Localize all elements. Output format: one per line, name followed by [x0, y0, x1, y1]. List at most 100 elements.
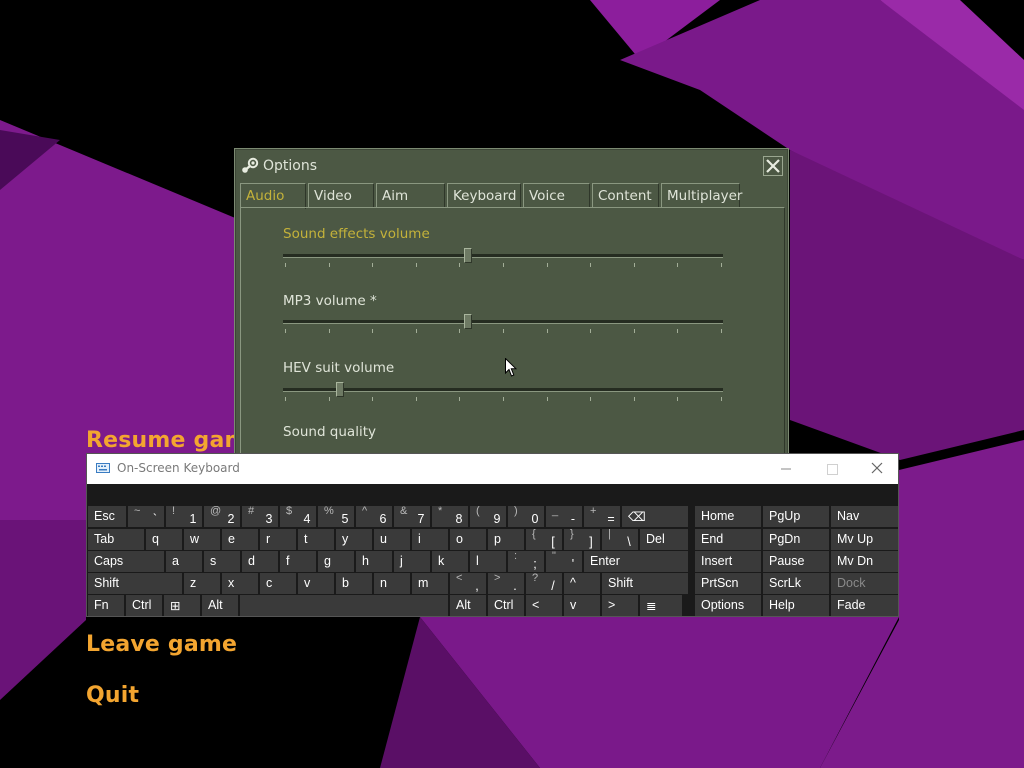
key-rbracket[interactable]: }]	[564, 528, 600, 550]
sound-effects-volume-thumb[interactable]	[464, 248, 472, 263]
key-a[interactable]: a	[166, 551, 202, 572]
key-quote[interactable]: " '	[546, 550, 582, 572]
key-ctrl[interactable]: Ctrl	[126, 595, 162, 616]
key-esc[interactable]: Esc	[88, 506, 126, 527]
key-e[interactable]: e	[222, 529, 258, 550]
key-s[interactable]: s	[204, 551, 240, 572]
tab-keyboard[interactable]: Keyboard	[447, 183, 521, 207]
key-6[interactable]: ^ 6	[356, 505, 392, 527]
key-up[interactable]: ^	[564, 573, 600, 594]
key-minus[interactable]: _ -	[546, 505, 582, 527]
mp3-volume-thumb[interactable]	[464, 314, 472, 329]
key-nav[interactable]: Nav	[831, 506, 898, 527]
key-n[interactable]: n	[374, 573, 410, 594]
key-y[interactable]: y	[336, 529, 372, 550]
key-j[interactable]: j	[394, 551, 430, 572]
key-0[interactable]: ) 0	[508, 505, 544, 527]
key-scrlk[interactable]: ScrLk	[763, 573, 829, 594]
key-r[interactable]: r	[260, 529, 296, 550]
key-l[interactable]: l	[470, 551, 506, 572]
key-b[interactable]: b	[336, 573, 372, 594]
key-x[interactable]: x	[222, 573, 258, 594]
key-z[interactable]: z	[184, 573, 220, 594]
key-caps[interactable]: Caps	[88, 551, 164, 572]
key-pause[interactable]: Pause	[763, 551, 829, 572]
key-3[interactable]: #3	[242, 505, 278, 527]
key-home[interactable]: Home	[695, 506, 761, 527]
key-backspace[interactable]: ⌫	[622, 506, 688, 527]
key-del[interactable]: Del	[640, 529, 688, 550]
key-5[interactable]: % 5	[318, 505, 354, 527]
key-w[interactable]: w	[184, 529, 220, 550]
tab-aim[interactable]: Aim	[376, 183, 445, 207]
osk-titlebar[interactable]: On-Screen Keyboard	[87, 454, 898, 484]
hev-suit-volume-thumb[interactable]	[336, 382, 344, 397]
key-4[interactable]: $4	[280, 505, 316, 527]
key-alt[interactable]: Alt	[450, 595, 486, 616]
key-8[interactable]: * 8	[432, 505, 468, 527]
key-h[interactable]: h	[356, 551, 392, 572]
key-equals[interactable]: + =	[584, 505, 620, 527]
key-d[interactable]: d	[242, 551, 278, 572]
key-pgdn[interactable]: PgDn	[763, 529, 829, 550]
key-fade[interactable]: Fade	[831, 595, 898, 616]
key-1[interactable]: ! 1	[166, 505, 202, 527]
tab-content[interactable]: Content	[592, 183, 659, 207]
key-g[interactable]: g	[318, 551, 354, 572]
key-enter[interactable]: Enter	[584, 551, 688, 572]
key-mv-up[interactable]: Mv Up	[831, 529, 898, 550]
key-space[interactable]	[240, 595, 448, 616]
key-f[interactable]: f	[280, 551, 316, 572]
key-tab[interactable]: Tab	[88, 529, 144, 550]
key-7[interactable]: & 7	[394, 505, 430, 527]
key-end[interactable]: End	[695, 529, 761, 550]
key-prtscn[interactable]: PrtScn	[695, 573, 761, 594]
options-titlebar[interactable]: Options	[235, 149, 788, 183]
key-p[interactable]: p	[488, 529, 524, 550]
key-c[interactable]: c	[260, 573, 296, 594]
key-comma[interactable]: <,	[450, 572, 486, 594]
key-q[interactable]: q	[146, 529, 182, 550]
key-i[interactable]: i	[412, 529, 448, 550]
key-pgup[interactable]: PgUp	[763, 506, 829, 527]
key-m[interactable]: m	[412, 573, 448, 594]
key-lbracket[interactable]: {[	[526, 528, 562, 550]
key-down[interactable]: v	[298, 573, 334, 594]
key-insert[interactable]: Insert	[695, 551, 761, 572]
mp3-volume-slider[interactable]	[283, 314, 723, 333]
tab-voice[interactable]: Voice	[523, 183, 590, 207]
key-options[interactable]: Options	[695, 595, 761, 616]
key-left[interactable]: <	[526, 595, 562, 616]
key-backslash[interactable]: | \	[602, 528, 638, 550]
key-slash[interactable]: ? /	[526, 572, 562, 594]
key-shift-right[interactable]: Shift	[602, 573, 688, 594]
key-mv-dn[interactable]: Mv Dn	[831, 551, 898, 572]
hev-suit-volume-slider[interactable]	[283, 382, 723, 401]
key-o[interactable]: o	[450, 529, 486, 550]
key-semicolon[interactable]: :;	[508, 550, 544, 572]
key-backtick[interactable]: ~ `	[128, 505, 164, 527]
key-k[interactable]: k	[432, 551, 468, 572]
key-u[interactable]: u	[374, 529, 410, 550]
key-9[interactable]: (9	[470, 505, 506, 527]
tab-multiplayer[interactable]: Multiplayer	[661, 183, 742, 207]
key-fn[interactable]: Fn	[88, 595, 124, 616]
tab-audio[interactable]: Audio	[240, 183, 306, 209]
key-alt[interactable]: Alt	[202, 595, 238, 616]
key-shift[interactable]: Shift	[88, 573, 182, 594]
key-menu[interactable]: ≣	[640, 595, 682, 616]
key-period[interactable]: >.	[488, 572, 524, 594]
key-t[interactable]: t	[298, 529, 334, 550]
key-down[interactable]: v	[564, 595, 600, 616]
options-close-button[interactable]	[763, 156, 783, 176]
menu-leave-game[interactable]: Leave game	[86, 632, 237, 657]
key-right[interactable]: >	[602, 595, 638, 616]
key-ctrl[interactable]: Ctrl	[488, 595, 524, 616]
osk-minimize-button[interactable]	[763, 454, 809, 484]
sound-effects-volume-slider[interactable]	[283, 248, 723, 267]
tab-video[interactable]: Video	[308, 183, 374, 207]
key-help[interactable]: Help	[763, 595, 829, 616]
key-2[interactable]: @2	[204, 505, 240, 527]
menu-quit[interactable]: Quit	[86, 683, 139, 708]
osk-close-button[interactable]	[854, 454, 900, 484]
